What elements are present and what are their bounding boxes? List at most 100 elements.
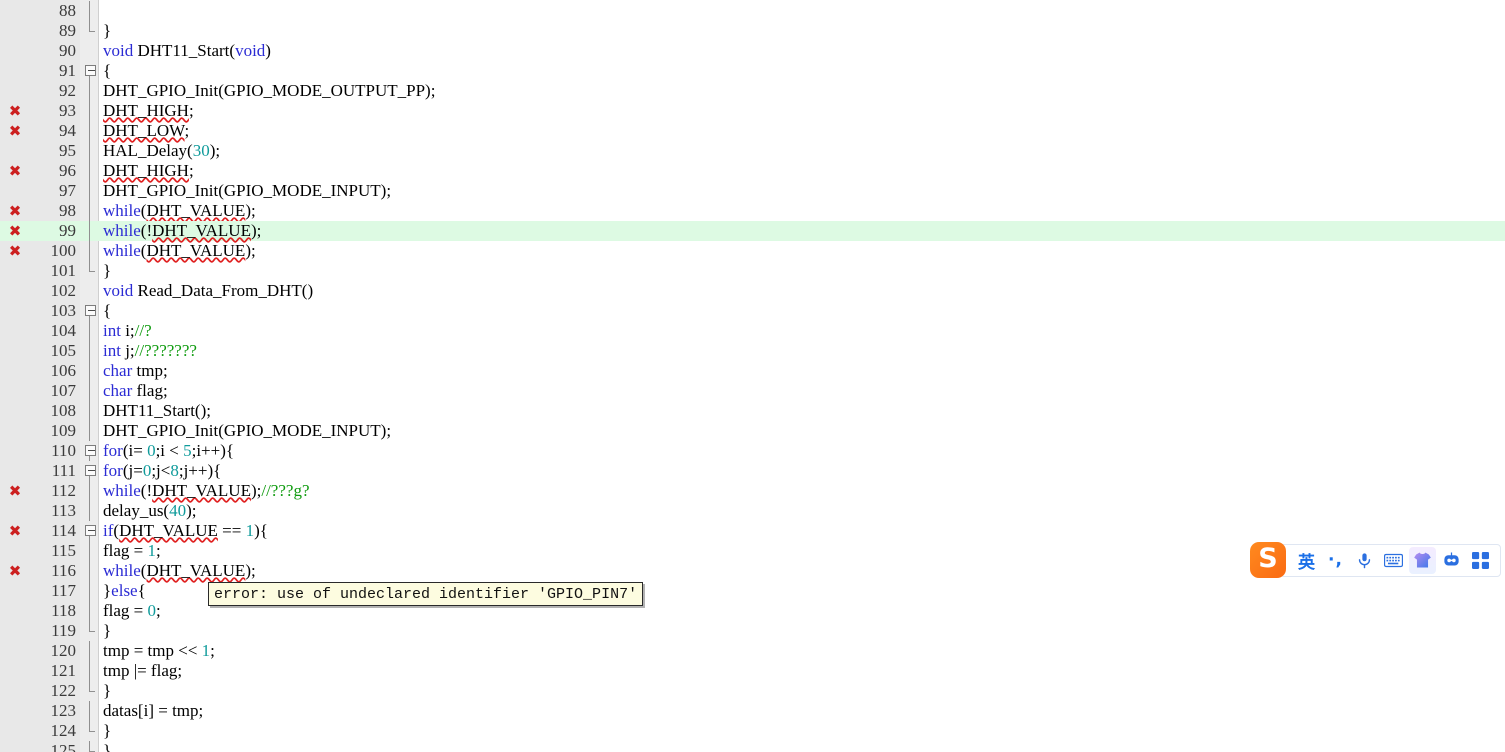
- code-text[interactable]: HAL_Delay(30);: [103, 141, 220, 161]
- error-marker-icon[interactable]: ✖: [5, 221, 25, 241]
- code-text[interactable]: flag = 1;: [103, 541, 161, 561]
- fold-collapse-icon[interactable]: [82, 301, 98, 321]
- code-line[interactable]: 103 {: [0, 301, 1505, 321]
- code-line[interactable]: ✖ 100 while(DHT_VALUE);: [0, 241, 1505, 261]
- error-marker-icon[interactable]: ✖: [5, 121, 25, 141]
- error-marker-icon[interactable]: ✖: [5, 161, 25, 181]
- code-lines[interactable]: 88 89} 90 void DHT11_Start(void) 91{92 DHT_GP…: [0, 0, 1505, 752]
- code-line[interactable]: 123 datas[i] = tmp;: [0, 701, 1505, 721]
- code-text[interactable]: }: [103, 261, 111, 281]
- code-text[interactable]: }: [103, 681, 111, 701]
- sogou-logo-icon[interactable]: S: [1250, 542, 1286, 578]
- code-text[interactable]: }: [103, 21, 111, 41]
- error-marker-icon[interactable]: ✖: [5, 481, 25, 501]
- code-text[interactable]: DHT_HIGH;: [103, 101, 194, 121]
- ai-assistant-icon[interactable]: [1438, 547, 1465, 574]
- code-text[interactable]: DHT_GPIO_Init(GPIO_MODE_INPUT);: [103, 421, 391, 441]
- code-text[interactable]: while(!DHT_VALUE);//???g?: [103, 481, 310, 501]
- skin-icon[interactable]: [1409, 546, 1436, 574]
- code-line[interactable]: 110 for(i= 0;i < 5;i++){: [0, 441, 1505, 461]
- code-text[interactable]: tmp = tmp << 1;: [103, 641, 215, 661]
- code-line[interactable]: 107 char flag;: [0, 381, 1505, 401]
- code-text[interactable]: char flag;: [103, 381, 168, 401]
- code-text[interactable]: DHT_GPIO_Init(GPIO_MODE_INPUT);: [103, 181, 391, 201]
- code-text[interactable]: void Read_Data_From_DHT(): [103, 281, 313, 301]
- code-token: (!: [140, 221, 153, 240]
- fold-collapse-icon[interactable]: [82, 61, 98, 81]
- punctuation-toggle[interactable]: ·,: [1322, 547, 1349, 574]
- voice-input-icon[interactable]: [1351, 547, 1378, 574]
- code-text[interactable]: {: [103, 61, 111, 81]
- code-line[interactable]: ✖ 93 DHT_HIGH;: [0, 101, 1505, 121]
- code-text[interactable]: for(i= 0;i < 5;i++){: [103, 441, 234, 461]
- code-line[interactable]: 90 void DHT11_Start(void): [0, 41, 1505, 61]
- code-line[interactable]: 95 HAL_Delay(30);: [0, 141, 1505, 161]
- fold-collapse-icon[interactable]: [82, 441, 98, 461]
- code-text[interactable]: while(DHT_VALUE);: [103, 241, 256, 261]
- code-line[interactable]: 106 char tmp;: [0, 361, 1505, 381]
- fold-collapse-icon[interactable]: [82, 521, 98, 541]
- code-line[interactable]: 101}: [0, 261, 1505, 281]
- line-number: 88: [59, 1, 76, 20]
- code-text[interactable]: DHT_HIGH;: [103, 161, 194, 181]
- code-line[interactable]: 102 void Read_Data_From_DHT(): [0, 281, 1505, 301]
- soft-keyboard-icon[interactable]: [1380, 547, 1407, 574]
- code-line[interactable]: 105 int j;//???????: [0, 341, 1505, 361]
- code-line[interactable]: ✖ 96 DHT_HIGH;: [0, 161, 1505, 181]
- code-text[interactable]: int i;//?: [103, 321, 152, 341]
- code-text[interactable]: }: [103, 741, 111, 752]
- code-line[interactable]: 124}: [0, 721, 1505, 741]
- code-text[interactable]: {: [103, 301, 111, 321]
- error-marker-icon[interactable]: ✖: [5, 561, 25, 581]
- code-line[interactable]: ✖ 112 while(!DHT_VALUE);//???g?: [0, 481, 1505, 501]
- code-text[interactable]: DHT_GPIO_Init(GPIO_MODE_OUTPUT_PP);: [103, 81, 435, 101]
- code-line[interactable]: 108 DHT11_Start();: [0, 401, 1505, 421]
- code-text[interactable]: }else{: [103, 581, 146, 601]
- code-text[interactable]: DHT_LOW;: [103, 121, 189, 141]
- code-line[interactable]: ✖ 99 while(!DHT_VALUE);: [0, 221, 1505, 241]
- code-line[interactable]: 109 DHT_GPIO_Init(GPIO_MODE_INPUT);: [0, 421, 1505, 441]
- code-text[interactable]: while(DHT_VALUE);: [103, 201, 256, 221]
- code-line[interactable]: 92 DHT_GPIO_Init(GPIO_MODE_OUTPUT_PP);: [0, 81, 1505, 101]
- code-text[interactable]: if(DHT_VALUE == 1){: [103, 521, 268, 541]
- code-line[interactable]: 89}: [0, 21, 1505, 41]
- code-token: ;j<: [151, 461, 171, 480]
- code-line[interactable]: 125}: [0, 741, 1505, 752]
- code-line[interactable]: 113 delay_us(40);: [0, 501, 1505, 521]
- code-line[interactable]: ✖ 114 if(DHT_VALUE == 1){: [0, 521, 1505, 541]
- code-text[interactable]: for(j=0;j<8;j++){: [103, 461, 221, 481]
- sogou-ime-toolbar[interactable]: S 英 ·,: [1250, 541, 1501, 579]
- code-line[interactable]: 120 tmp = tmp << 1;: [0, 641, 1505, 661]
- toolbox-icon[interactable]: [1467, 547, 1494, 574]
- code-line[interactable]: 122}: [0, 681, 1505, 701]
- error-marker-icon[interactable]: ✖: [5, 241, 25, 261]
- code-line[interactable]: 91 {: [0, 61, 1505, 81]
- code-line[interactable]: 121 tmp |= flag;: [0, 661, 1505, 681]
- code-line[interactable]: ✖ 94 DHT_LOW;: [0, 121, 1505, 141]
- code-line[interactable]: 111 for(j=0;j<8;j++){: [0, 461, 1505, 481]
- code-editor[interactable]: 88 89} 90 void DHT11_Start(void) 91{92 DHT_GP…: [0, 0, 1505, 752]
- code-line[interactable]: 97 DHT_GPIO_Init(GPIO_MODE_INPUT);: [0, 181, 1505, 201]
- error-marker-icon[interactable]: ✖: [5, 521, 25, 541]
- code-text[interactable]: datas[i] = tmp;: [103, 701, 203, 721]
- code-line[interactable]: 104 int i;//?: [0, 321, 1505, 341]
- ime-button-panel[interactable]: 英 ·,: [1280, 543, 1501, 577]
- code-text[interactable]: flag = 0;: [103, 601, 161, 621]
- code-text[interactable]: }: [103, 621, 111, 641]
- code-text[interactable]: char tmp;: [103, 361, 168, 381]
- code-line[interactable]: 119}: [0, 621, 1505, 641]
- fold-collapse-icon[interactable]: [82, 461, 98, 481]
- code-text[interactable]: tmp |= flag;: [103, 661, 182, 681]
- code-line[interactable]: 88: [0, 1, 1505, 21]
- error-marker-icon[interactable]: ✖: [5, 201, 25, 221]
- code-text[interactable]: while(!DHT_VALUE);: [103, 221, 261, 241]
- error-marker-icon[interactable]: ✖: [5, 101, 25, 121]
- code-text[interactable]: while(DHT_VALUE);: [103, 561, 256, 581]
- code-text[interactable]: }: [103, 721, 111, 741]
- code-line[interactable]: ✖ 98 while(DHT_VALUE);: [0, 201, 1505, 221]
- code-text[interactable]: delay_us(40);: [103, 501, 196, 521]
- code-text[interactable]: int j;//???????: [103, 341, 197, 361]
- code-text[interactable]: DHT11_Start();: [103, 401, 211, 421]
- input-mode-toggle[interactable]: 英: [1293, 547, 1320, 574]
- code-text[interactable]: void DHT11_Start(void): [103, 41, 271, 61]
